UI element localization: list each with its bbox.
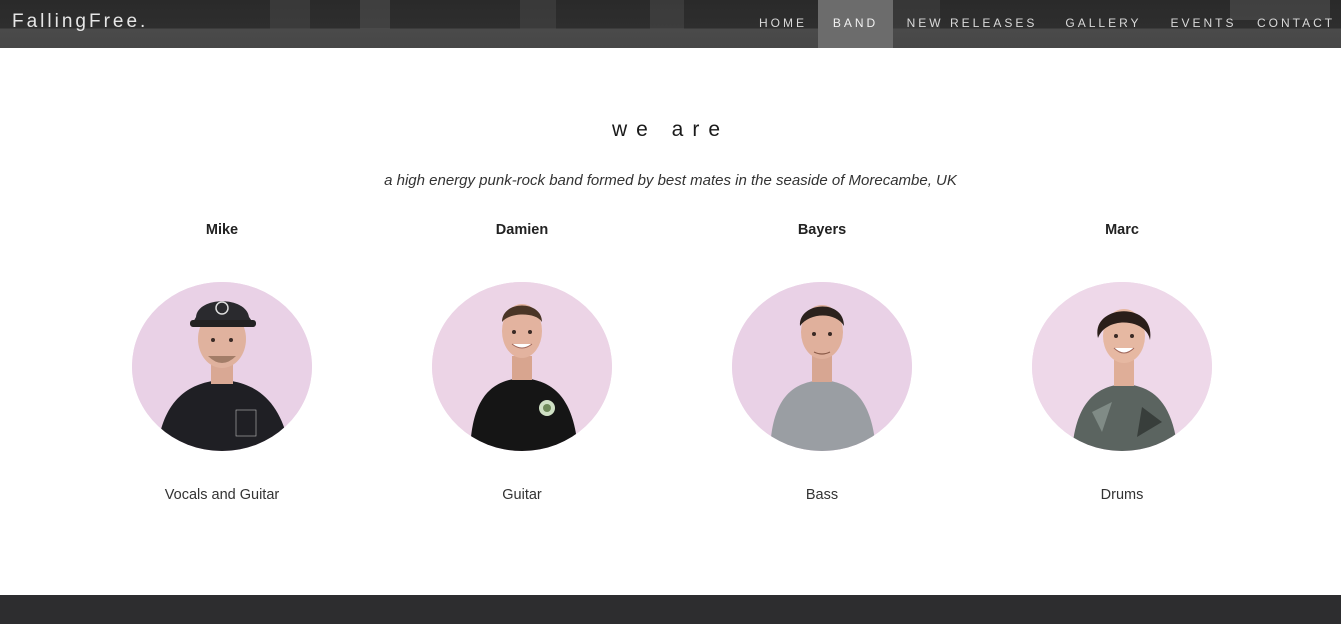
- nav-gallery[interactable]: GALLERY: [1051, 0, 1156, 48]
- member-role: Bass: [805, 487, 839, 503]
- nav-new-releases[interactable]: NEW RELEASES: [893, 0, 1051, 48]
- member-card-bayers: Bayers Bass: [672, 222, 972, 503]
- member-role: Drums: [1100, 487, 1144, 503]
- member-photo-damien: [432, 282, 612, 451]
- member-name: Bayers: [797, 222, 847, 238]
- main-navigation: HOME BAND NEW RELEASES GALLERY EVENTS CO…: [748, 0, 1341, 48]
- member-role: Guitar: [502, 487, 542, 503]
- member-photo-marc: [1032, 282, 1212, 451]
- site-logo[interactable]: FallingFree.: [12, 11, 148, 33]
- footer-bar: [0, 595, 1341, 624]
- band-tagline: a high energy punk-rock band formed by b…: [384, 172, 957, 189]
- nav-home[interactable]: HOME: [748, 0, 818, 48]
- member-card-damien: Damien Guitar: [372, 222, 672, 503]
- top-navbar: FallingFree. HOME BAND NEW RELEASES GALL…: [0, 0, 1341, 48]
- nav-events[interactable]: EVENTS: [1156, 0, 1251, 48]
- member-photo-mike: [132, 282, 312, 451]
- nav-contact[interactable]: CONTACT: [1251, 0, 1341, 48]
- member-name: Damien: [495, 222, 549, 238]
- member-photo-bayers: [732, 282, 912, 451]
- member-name: Marc: [1105, 222, 1139, 238]
- member-card-marc: Marc Drums: [972, 222, 1272, 503]
- nav-band-active[interactable]: BAND: [818, 0, 893, 48]
- member-role: Vocals and Guitar: [164, 487, 280, 503]
- section-heading: we are: [611, 118, 730, 141]
- member-name: Mike: [205, 222, 239, 238]
- member-card-mike: Mike Vocals and Guitar: [72, 222, 372, 503]
